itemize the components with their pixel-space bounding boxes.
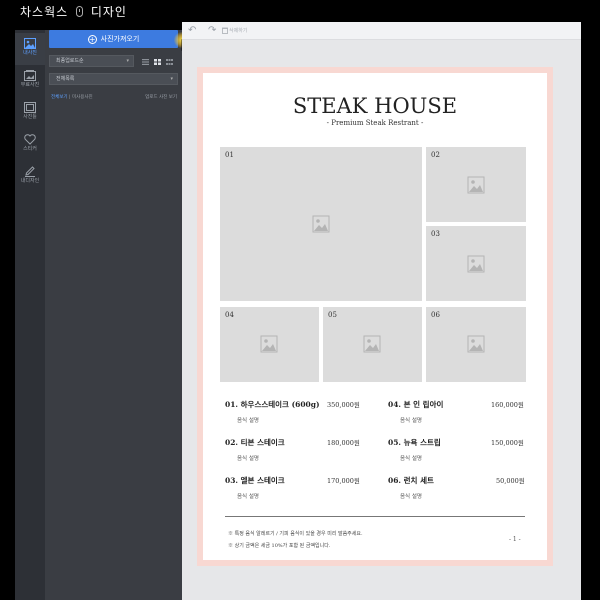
menu-item-name: 04. 본 인 립아이 — [388, 400, 444, 409]
menu-item-price: 180,000원 — [327, 439, 360, 447]
photo-slot-number: 03 — [431, 230, 440, 238]
menu-item-desc: 음식 설명 — [400, 456, 422, 462]
sort-select[interactable]: 최종업로드순 ▾ — [49, 55, 134, 67]
image-placeholder-icon — [363, 335, 381, 353]
title-bar: 차스웍스 디자인 — [0, 0, 600, 22]
sidebar-rail: 내사진 무료사진 사진틀 스티커 내디자인 — [15, 30, 45, 600]
rail-label: 스티커 — [23, 146, 37, 152]
folder-select-value: 전체목록 — [56, 76, 75, 82]
menu-item-name: 03. 엘본 스테이크 — [225, 476, 285, 485]
menu-item-price: 350,000원 — [327, 401, 360, 409]
undo-icon[interactable]: ↶ — [188, 25, 196, 36]
window-edge — [581, 22, 600, 600]
menu-item-desc: 음식 설명 — [237, 494, 259, 500]
rail-label: 무료사진 — [20, 82, 40, 88]
photo-slot-number: 02 — [431, 151, 440, 159]
menu-item-price: 170,000원 — [327, 477, 360, 485]
photo-slot-number: 05 — [328, 311, 337, 319]
image-placeholder-icon — [260, 335, 278, 353]
app-brand: 차스웍스 디자인 — [20, 3, 127, 20]
menu-item-name: 06. 런치 세트 — [388, 476, 434, 485]
menu-item-desc: 음식 설명 — [400, 418, 422, 424]
rail-item-my-photos[interactable]: 내사진 — [15, 33, 45, 65]
menu-item-price: 150,000원 — [491, 439, 524, 447]
footer-divider — [225, 516, 525, 517]
filter-all-link[interactable]: 전체보기 — [51, 95, 68, 100]
page-subtitle[interactable]: - Premium Steak Restrant - — [203, 119, 547, 127]
photo-slot-number: 06 — [431, 311, 440, 319]
photo-slot-number: 04 — [225, 311, 234, 319]
filter-row: 전체보기 | 미사용사진 업로드 사진 보기 — [51, 94, 177, 100]
chevron-down-icon: ▾ — [126, 58, 129, 64]
photo-slot-number: 01 — [225, 151, 234, 159]
upload-button-label: 사진가져오기 — [100, 35, 140, 43]
redo-icon[interactable]: ↷ — [208, 25, 216, 36]
small-grid-view-icon[interactable] — [166, 59, 173, 65]
footnote[interactable]: ※ 특정 음식 알레르기 / 기피 음식이 있을 경우 미리 말씀주세요. — [228, 530, 363, 537]
menu-item-desc: 음식 설명 — [237, 418, 259, 424]
rail-label: 내디자인 — [20, 178, 40, 184]
filter-unused-link[interactable]: 미사용사진 — [72, 95, 93, 100]
photo-slot-02[interactable]: 02 — [426, 147, 526, 222]
folder-select[interactable]: 전체목록 ▾ — [49, 73, 178, 85]
chevron-down-icon: ▾ — [170, 76, 173, 82]
menu-item-name: 05. 뉴욕 스트립 — [388, 438, 441, 447]
sort-select-value: 최종업로드순 — [56, 58, 84, 64]
filter-separator: | — [69, 95, 71, 100]
rail-item-frames[interactable]: 사진틀 — [15, 97, 45, 129]
image-placeholder-icon — [312, 215, 330, 233]
menu-item-price: 160,000원 — [491, 401, 524, 409]
image-placeholder-icon — [467, 176, 485, 194]
rail-label: 사진틀 — [23, 114, 37, 120]
editor-toolbar: ↶ ↷ 삭제하기 — [182, 22, 581, 40]
mouse-icon — [76, 6, 83, 17]
rail-item-free-photos[interactable]: 무료사진 — [15, 65, 45, 97]
rail-label: 내사진 — [23, 50, 37, 56]
footnote[interactable]: ※ 상기 금액은 세금 10%가 포함 된 금액입니다. — [228, 542, 330, 549]
trash-icon[interactable] — [222, 27, 228, 34]
pencil-icon — [25, 166, 35, 177]
photo-slot-01[interactable]: 01 — [220, 147, 422, 301]
app-title-right: 디자인 — [90, 5, 127, 19]
list-view-icon[interactable] — [142, 59, 149, 65]
photo-slot-03[interactable]: 03 — [426, 226, 526, 301]
menu-item-desc: 음식 설명 — [400, 494, 422, 500]
heart-icon — [24, 134, 36, 145]
menu-item-desc: 음식 설명 — [237, 456, 259, 462]
image-placeholder-icon — [467, 255, 485, 273]
frame-icon — [24, 102, 36, 113]
menu-item-name: 01. 하우스스테이크 (600g) — [225, 400, 320, 409]
photo-slot-04[interactable]: 04 — [220, 307, 319, 382]
photo-icon — [24, 38, 36, 49]
photo-panel: + 사진가져오기 최종업로드순 ▾ 전체목록 ▾ 전체보기 | 미사용사진 업로드… — [45, 30, 191, 600]
rail-item-stickers[interactable]: 스티커 — [15, 129, 45, 161]
app-title-left: 차스웍스 — [20, 5, 69, 19]
menu-page[interactable]: STEAK HOUSE - Premium Steak Restrant - 0… — [203, 73, 547, 560]
image-placeholder-icon — [467, 335, 485, 353]
images-icon — [24, 70, 36, 81]
photo-slot-06[interactable]: 06 — [426, 307, 526, 382]
delete-button[interactable]: 삭제하기 — [229, 27, 247, 34]
rail-item-my-designs[interactable]: 내디자인 — [15, 161, 45, 193]
upload-photo-button[interactable]: + 사진가져오기 — [49, 30, 178, 48]
menu-item-price: 50,000원 — [496, 477, 525, 485]
plus-icon: + — [87, 35, 97, 44]
photo-slot-05[interactable]: 05 — [323, 307, 422, 382]
menu-item-name: 02. 티본 스테이크 — [225, 438, 285, 447]
grid-view-icon[interactable] — [154, 59, 161, 65]
page-number: - 1 - — [509, 536, 521, 543]
page-title[interactable]: STEAK HOUSE — [203, 94, 547, 118]
show-uploaded-link[interactable]: 업로드 사진 보기 — [145, 94, 177, 100]
